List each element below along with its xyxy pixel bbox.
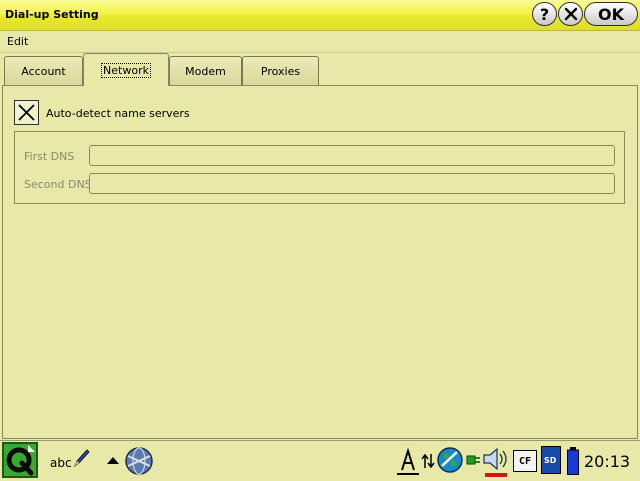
close-icon — [564, 7, 577, 21]
input-method-button[interactable]: abc — [50, 448, 92, 472]
cf-card-label: CF — [518, 455, 532, 467]
tab-bar: Account Network Modem Proxies — [0, 53, 640, 86]
up-down-arrows-icon — [421, 453, 435, 469]
tab-account[interactable]: Account — [4, 56, 83, 85]
tab-modem[interactable]: Modem — [169, 56, 242, 85]
input-method-label: abc — [50, 456, 72, 470]
plug-icon — [466, 455, 480, 465]
sd-card-label: SD — [544, 456, 557, 465]
tab-label: Modem — [185, 64, 226, 78]
tab-network[interactable]: Network — [83, 53, 169, 86]
title-bar: Dial-up Setting ? OK — [0, 0, 640, 31]
network-status-button[interactable] — [436, 446, 464, 474]
ok-button-label: OK — [598, 4, 624, 24]
network-globe-app-icon — [125, 447, 153, 475]
clock[interactable]: 20:13 — [584, 452, 630, 471]
first-dns-field[interactable] — [89, 145, 615, 166]
menu-edit[interactable]: Edit — [7, 35, 28, 48]
second-dns-field[interactable] — [89, 173, 615, 194]
sync-arrows-indicator[interactable] — [421, 452, 435, 470]
help-button[interactable]: ? — [532, 2, 557, 26]
sd-card-indicator[interactable]: SD — [541, 446, 561, 474]
close-button[interactable] — [558, 2, 583, 26]
volume-level-bar — [485, 473, 507, 477]
letter-a-icon — [397, 447, 419, 475]
menu-bar: Edit — [0, 31, 640, 53]
triangle-up-icon — [107, 457, 119, 464]
tab-label: Network — [101, 62, 151, 78]
first-dns-label: First DNS — [24, 150, 75, 163]
ok-button[interactable]: OK — [584, 2, 638, 26]
window-title: Dial-up Setting — [5, 8, 99, 21]
volume-button[interactable] — [481, 446, 511, 478]
pen-icon — [74, 449, 90, 468]
tab-label: Account — [21, 64, 66, 78]
check-x-icon — [18, 104, 35, 121]
tab-label: Proxies — [260, 64, 301, 78]
battery-indicator[interactable] — [567, 447, 579, 475]
qtopia-logo-icon — [2, 442, 38, 478]
speaker-icon — [483, 447, 507, 471]
auto-detect-label: Auto-detect name servers — [46, 107, 190, 120]
cf-card-indicator[interactable]: CF — [513, 450, 537, 472]
globe-icon — [437, 447, 463, 473]
text-input-indicator[interactable] — [396, 446, 420, 476]
battery-icon — [567, 447, 579, 475]
second-dns-label: Second DNS — [24, 178, 92, 191]
running-app-icon-button[interactable] — [124, 446, 154, 476]
input-method-menu-arrow[interactable] — [106, 455, 120, 465]
help-icon: ? — [539, 4, 550, 24]
tab-proxies[interactable]: Proxies — [242, 56, 319, 85]
power-connector-indicator[interactable] — [466, 452, 482, 468]
auto-detect-checkbox[interactable] — [14, 100, 39, 125]
start-button[interactable] — [2, 442, 38, 478]
